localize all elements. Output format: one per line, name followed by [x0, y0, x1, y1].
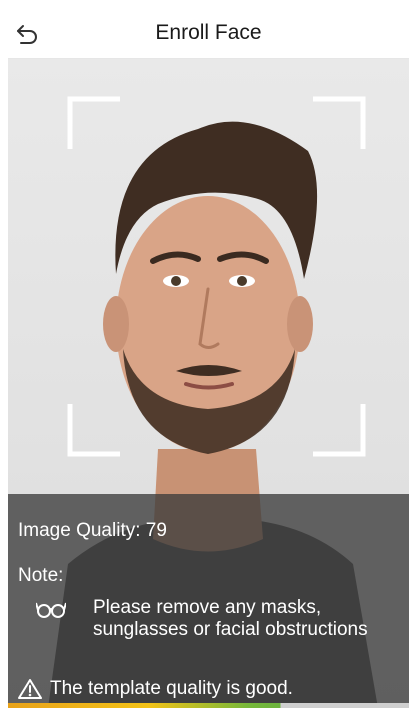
quality-info-panel: Image Quality: 79 Note: Please remove an…: [8, 494, 409, 708]
page-title: Enroll Face: [155, 21, 262, 44]
header-bar: Enroll Face: [8, 8, 409, 59]
warning-triangle-icon: [18, 679, 42, 699]
note-text: Please remove any masks, sunglasses or f…: [93, 597, 368, 640]
template-quality-status: The template quality is good.: [50, 678, 293, 699]
status-row: The template quality is good.: [18, 677, 293, 701]
glasses-icon: [36, 602, 66, 618]
quality-progress-bar: [8, 703, 409, 708]
image-quality-label: Image Quality: 79: [18, 520, 167, 541]
note-label: Note:: [18, 565, 64, 586]
enroll-face-screen: Enroll Face Image Quality: 79 Note: Plea…: [8, 8, 409, 708]
